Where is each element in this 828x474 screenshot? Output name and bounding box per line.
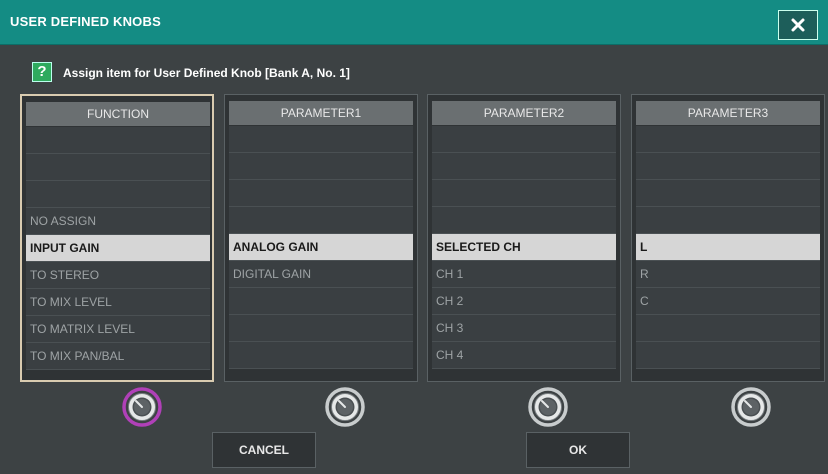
option-list: NO ASSIGNINPUT GAINTO STEREOTO MIX LEVEL… <box>26 127 210 370</box>
option-item <box>229 153 413 180</box>
option-item <box>636 207 820 234</box>
column-header: PARAMETER1 <box>229 101 413 125</box>
option-item[interactable]: TO MATRIX LEVEL <box>26 316 210 343</box>
option-item[interactable]: TO MIX LEVEL <box>26 289 210 316</box>
title-bar: USER DEFINED KNOBS <box>0 0 828 45</box>
option-item <box>229 207 413 234</box>
option-item[interactable]: CH 1 <box>432 261 616 288</box>
column-parameter2[interactable]: PARAMETER2SELECTED CHCH 1CH 2CH 3CH 4 <box>427 94 621 382</box>
window-title: USER DEFINED KNOBS <box>10 14 161 29</box>
option-item <box>432 126 616 153</box>
option-item <box>26 154 210 181</box>
option-item <box>229 180 413 207</box>
close-button[interactable] <box>778 10 818 40</box>
column-parameter3[interactable]: PARAMETER3LRC <box>631 94 825 382</box>
knob-icon[interactable] <box>731 387 771 427</box>
option-item <box>636 180 820 207</box>
option-item <box>432 180 616 207</box>
option-item[interactable]: CH 4 <box>432 342 616 369</box>
option-item[interactable]: TO MIX PAN/BAL <box>26 343 210 370</box>
option-item <box>432 207 616 234</box>
option-item <box>229 342 413 369</box>
option-item[interactable]: R <box>636 261 820 288</box>
option-item <box>229 126 413 153</box>
option-list: ANALOG GAINDIGITAL GAIN <box>229 126 413 369</box>
column-header: FUNCTION <box>26 102 210 126</box>
option-item <box>636 315 820 342</box>
option-item <box>636 126 820 153</box>
option-item <box>636 342 820 369</box>
cancel-button[interactable]: CANCEL <box>212 432 316 468</box>
option-item[interactable]: C <box>636 288 820 315</box>
option-item[interactable]: CH 3 <box>432 315 616 342</box>
help-icon[interactable]: ? <box>32 62 52 82</box>
option-item <box>636 153 820 180</box>
column-function[interactable]: FUNCTIONNO ASSIGNINPUT GAINTO STEREOTO M… <box>20 94 214 382</box>
option-item <box>26 181 210 208</box>
option-item-selected[interactable]: SELECTED CH <box>432 234 616 261</box>
column-header: PARAMETER3 <box>636 101 820 125</box>
option-list: LRC <box>636 126 820 369</box>
option-item[interactable]: NO ASSIGN <box>26 208 210 235</box>
option-item-selected[interactable]: L <box>636 234 820 261</box>
option-item[interactable]: CH 2 <box>432 288 616 315</box>
option-item-selected[interactable]: ANALOG GAIN <box>229 234 413 261</box>
assign-prompt: Assign item for User Defined Knob [Bank … <box>63 66 350 80</box>
user-defined-knobs-dialog: USER DEFINED KNOBS ? Assign item for Use… <box>0 0 828 474</box>
option-list: SELECTED CHCH 1CH 2CH 3CH 4 <box>432 126 616 369</box>
option-item <box>26 127 210 154</box>
column-parameter1[interactable]: PARAMETER1ANALOG GAINDIGITAL GAIN <box>224 94 418 382</box>
option-item-selected[interactable]: INPUT GAIN <box>26 235 210 262</box>
column-header: PARAMETER2 <box>432 101 616 125</box>
ok-button[interactable]: OK <box>526 432 630 468</box>
knob-icon[interactable] <box>122 387 162 427</box>
option-item <box>229 288 413 315</box>
option-item[interactable]: DIGITAL GAIN <box>229 261 413 288</box>
option-item[interactable]: TO STEREO <box>26 262 210 289</box>
option-item <box>432 153 616 180</box>
knob-icon[interactable] <box>528 387 568 427</box>
close-icon <box>790 17 806 33</box>
knob-icon[interactable] <box>325 387 365 427</box>
option-item <box>229 315 413 342</box>
